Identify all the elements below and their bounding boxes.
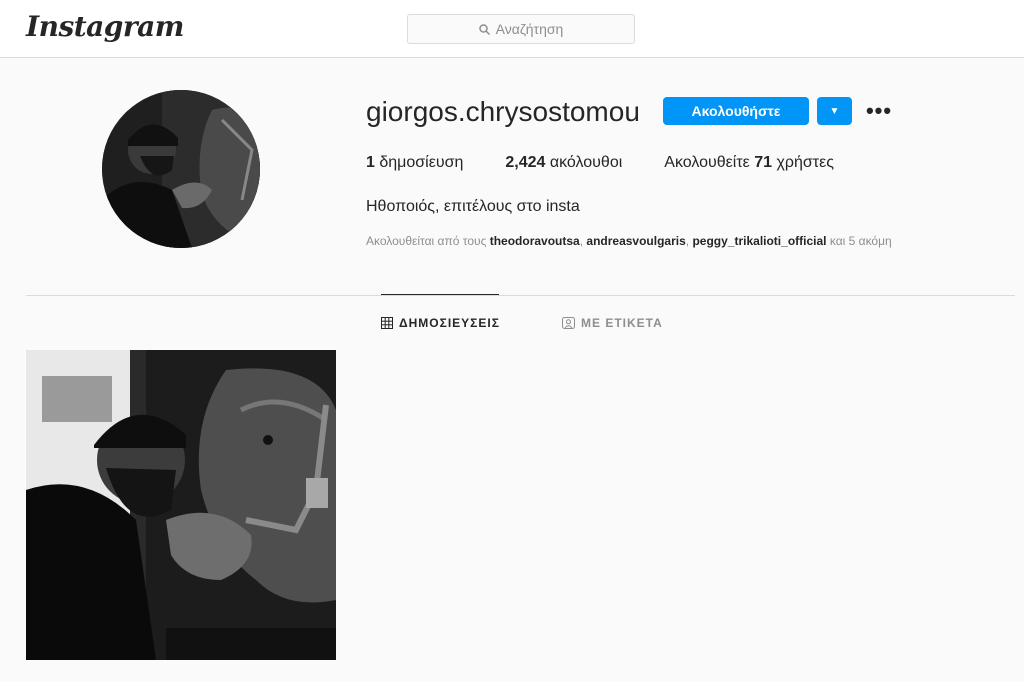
- follow-button[interactable]: Ακολουθήστε: [663, 97, 809, 125]
- profile-username: giorgos.chrysostomou: [366, 96, 640, 127]
- grid-icon: [381, 317, 393, 329]
- followed-by-prefix: Ακολουθείται από τους: [366, 234, 487, 248]
- followed-by-user-link[interactable]: andreasvoulgaris: [586, 234, 685, 248]
- following-suffix: χρήστες: [776, 154, 834, 171]
- following-stat[interactable]: Ακολουθείτε 71 χρήστες: [664, 154, 834, 172]
- followers-stat[interactable]: 2,424 ακόλουθοι: [505, 154, 622, 172]
- profile-tabs-divider: [26, 295, 1015, 296]
- caret-down-icon: ▼: [829, 105, 840, 117]
- search-placeholder: Αναζήτηση: [495, 21, 564, 37]
- posts-count-stat: 1 δημοσίευση: [366, 154, 463, 172]
- followed-by-suffix: και 5 ακόμη: [829, 234, 892, 248]
- following-count: 71: [754, 154, 773, 171]
- profile-stats: 1 δημοσίευση 2,424 ακόλουθοι Ακολουθείτε…: [366, 154, 876, 172]
- followers-label: ακόλουθοι: [549, 154, 623, 171]
- profile-bio: Ηθοποιός, επιτέλους στο insta: [366, 198, 580, 215]
- active-tab-indicator: [381, 294, 499, 295]
- followed-by-text: Ακολουθείται από τους theodoravoutsa, an…: [366, 234, 892, 248]
- suggested-accounts-button[interactable]: ▼: [817, 97, 852, 125]
- followed-by-user-link[interactable]: peggy_trikalioti_official: [692, 234, 826, 248]
- following-prefix: Ακολουθείτε: [664, 154, 750, 171]
- profile-avatar[interactable]: [102, 90, 260, 248]
- instagram-logo[interactable]: Instagram: [26, 10, 184, 43]
- tab-tagged-label: ΜΕ ΕΤΙΚΕΤΑ: [581, 316, 663, 330]
- followers-count: 2,424: [505, 154, 546, 171]
- tab-posts-label: ΔΗΜΟΣΙΕΥΣΕΙΣ: [399, 316, 500, 330]
- posts-label: δημοσίευση: [379, 154, 464, 171]
- top-navigation-bar: Instagram Αναζήτηση: [0, 0, 1024, 58]
- followed-by-user-link[interactable]: theodoravoutsa: [490, 234, 580, 248]
- more-options-icon: •••: [865, 98, 893, 123]
- more-options-button[interactable]: •••: [865, 98, 893, 123]
- post-thumbnail[interactable]: [26, 350, 336, 660]
- tab-tagged[interactable]: ΜΕ ΕΤΙΚΕΤΑ: [562, 316, 663, 330]
- search-icon: [478, 23, 490, 35]
- tag-user-icon: [562, 317, 575, 329]
- posts-count: 1: [366, 154, 375, 171]
- tab-posts[interactable]: ΔΗΜΟΣΙΕΥΣΕΙΣ: [381, 316, 500, 330]
- search-input[interactable]: Αναζήτηση: [407, 14, 635, 44]
